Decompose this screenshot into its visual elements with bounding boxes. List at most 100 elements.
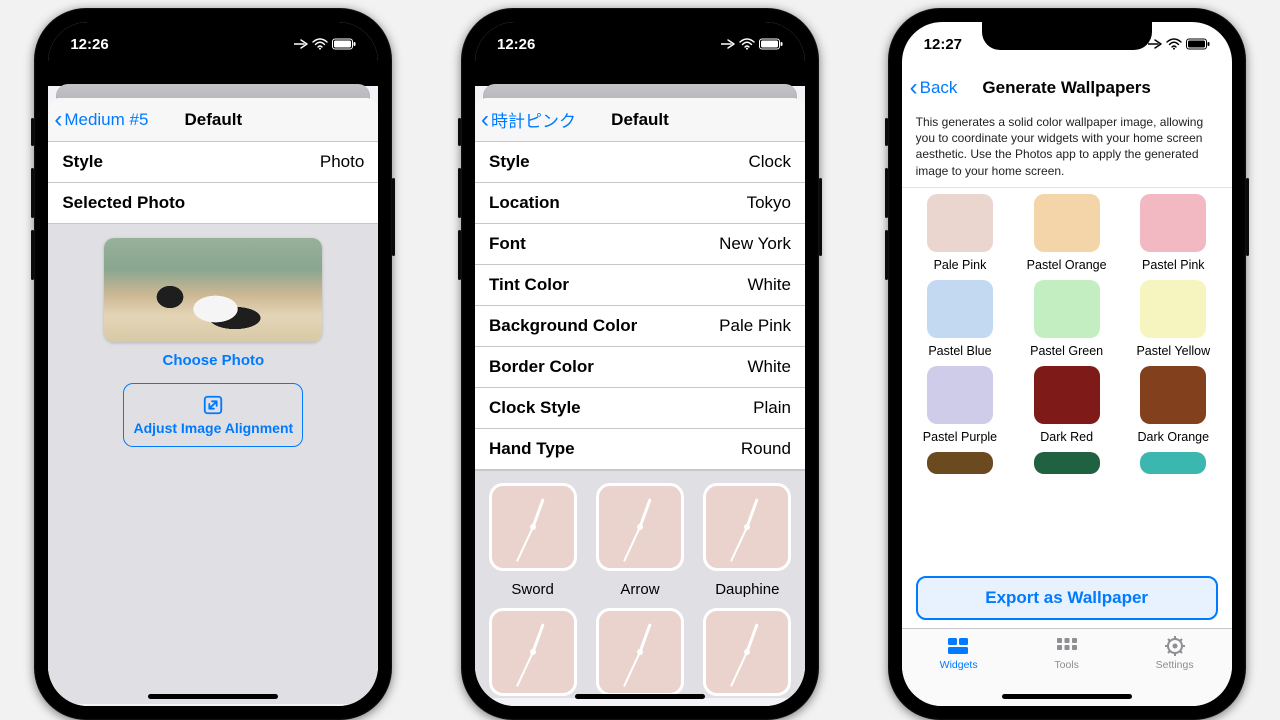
hand-type-grid: Sword Arrow Dauphine (475, 470, 805, 698)
description-text: This generates a solid color wallpaper i… (902, 110, 1232, 188)
color-label: Dark Red (1040, 430, 1093, 444)
row-value: Round (741, 439, 791, 459)
adjust-alignment-label: Adjust Image Alignment (133, 420, 293, 436)
color-swatch[interactable]: Pastel Purple (910, 366, 1011, 444)
back-label: Medium #5 (64, 110, 148, 130)
color-swatch[interactable]: Pale Pink (910, 194, 1011, 272)
hand-option[interactable] (703, 608, 791, 696)
color-label: Pale Pink (934, 258, 987, 272)
back-button[interactable]: ‹ Medium #5 (54, 98, 148, 141)
color-swatch[interactable] (910, 452, 1011, 474)
back-label: Back (920, 78, 958, 98)
status-time: 12:27 (924, 36, 962, 53)
settings-icon (1162, 635, 1188, 657)
notch (555, 22, 725, 50)
color-label: Pastel Purple (923, 430, 997, 444)
home-indicator[interactable] (1002, 694, 1132, 699)
color-chip (1140, 452, 1206, 474)
row-value: New York (719, 234, 791, 254)
nav-bar: ‹ Back Generate Wallpapers (902, 66, 1232, 110)
row-style[interactable]: Style Photo (48, 142, 378, 183)
phone-frame-3: 12:27 ‹ Back Generate Wallpapers This ge… (888, 8, 1246, 720)
chevron-left-icon: ‹ (910, 76, 918, 100)
color-swatch[interactable]: Dark Orange (1123, 366, 1224, 444)
nav-bar: ‹ Medium #5 Default (48, 98, 378, 142)
settings-row[interactable]: Border Color White (475, 347, 805, 388)
color-swatch[interactable]: Pastel Orange (1016, 194, 1117, 272)
color-chip (1140, 194, 1206, 252)
color-swatch-grid[interactable]: Pale Pink Pastel Orange Pastel Pink Pastel … (902, 188, 1232, 568)
battery-icon (1186, 38, 1210, 50)
widgets-icon (946, 635, 972, 657)
wifi-icon (312, 38, 328, 50)
wifi-icon (739, 38, 755, 50)
tab-label: Settings (1156, 659, 1194, 671)
home-indicator[interactable] (575, 694, 705, 699)
color-swatch[interactable]: Pastel Blue (910, 280, 1011, 358)
export-wallpaper-button[interactable]: Export as Wallpaper (916, 576, 1218, 620)
row-value: White (748, 275, 791, 295)
color-chip (1034, 194, 1100, 252)
color-label: Dark Orange (1138, 430, 1210, 444)
settings-row[interactable]: Clock StylePlain (475, 388, 805, 429)
color-chip (1140, 366, 1206, 424)
tab-label: Tools (1054, 659, 1079, 671)
notch (128, 22, 298, 50)
status-icons (1148, 38, 1210, 50)
row-label: Tint Color (489, 275, 569, 295)
choose-photo-button[interactable]: Choose Photo (62, 352, 364, 369)
color-swatch[interactable] (1016, 452, 1117, 474)
back-button[interactable]: ‹ Back (910, 76, 958, 100)
row-label: Style (489, 152, 530, 172)
color-swatch[interactable] (1123, 452, 1224, 474)
phone-frame-2: 12:26 ‹ 時計ピンク Default StyleClockLocation… (461, 8, 819, 720)
nav-bar: ‹ 時計ピンク Default (475, 98, 805, 142)
hand-option-sword[interactable] (489, 483, 577, 571)
wifi-icon (1166, 38, 1182, 50)
hand-option-arrow[interactable] (596, 483, 684, 571)
row-value: White (748, 357, 791, 377)
color-swatch[interactable]: Pastel Pink (1123, 194, 1224, 272)
settings-row[interactable]: Font New York (475, 224, 805, 265)
color-chip (1034, 452, 1100, 474)
tools-icon (1054, 635, 1080, 657)
tab-widgets[interactable]: Widgets (940, 635, 978, 706)
adjust-alignment-button[interactable]: Adjust Image Alignment (123, 383, 303, 447)
back-button[interactable]: ‹ 時計ピンク (481, 98, 576, 141)
row-value: Clock (748, 152, 791, 172)
phone-frame-1: 12:26 ‹ Medium #5 Default Style Photo Se… (34, 8, 392, 720)
tab-settings[interactable]: Settings (1156, 635, 1194, 706)
settings-row[interactable]: Style Clock (475, 142, 805, 183)
hand-label: Sword (511, 581, 554, 598)
color-swatch[interactable]: Dark Red (1016, 366, 1117, 444)
settings-row[interactable]: Background Color Pale Pink (475, 306, 805, 347)
row-label: Hand Type (489, 439, 575, 459)
settings-row[interactable]: Hand Type Round (475, 429, 805, 470)
battery-icon (332, 38, 356, 50)
status-icons (294, 38, 356, 50)
battery-icon (759, 38, 783, 50)
row-value: Pale Pink (719, 316, 791, 336)
color-swatch[interactable]: Pastel Green (1016, 280, 1117, 358)
hand-option[interactable] (596, 608, 684, 696)
color-chip (927, 194, 993, 252)
color-label: Pastel Green (1030, 344, 1103, 358)
status-icons (721, 38, 783, 50)
hand-option[interactable] (489, 608, 577, 696)
hand-label: Dauphine (715, 581, 779, 598)
row-label: Font (489, 234, 526, 254)
row-value: Photo (320, 152, 364, 172)
color-label: Pastel Orange (1027, 258, 1107, 272)
row-label: Border Color (489, 357, 594, 377)
chevron-left-icon: ‹ (54, 108, 62, 132)
export-label: Export as Wallpaper (985, 588, 1148, 608)
hand-option-dauphine[interactable] (703, 483, 791, 571)
row-label: Clock Style (489, 398, 581, 418)
settings-row[interactable]: LocationTokyo (475, 183, 805, 224)
row-label: Background Color (489, 316, 637, 336)
color-chip (1034, 366, 1100, 424)
settings-row[interactable]: Tint Color White (475, 265, 805, 306)
color-swatch[interactable]: Pastel Yellow (1123, 280, 1224, 358)
home-indicator[interactable] (148, 694, 278, 699)
photo-thumbnail[interactable] (104, 238, 322, 342)
